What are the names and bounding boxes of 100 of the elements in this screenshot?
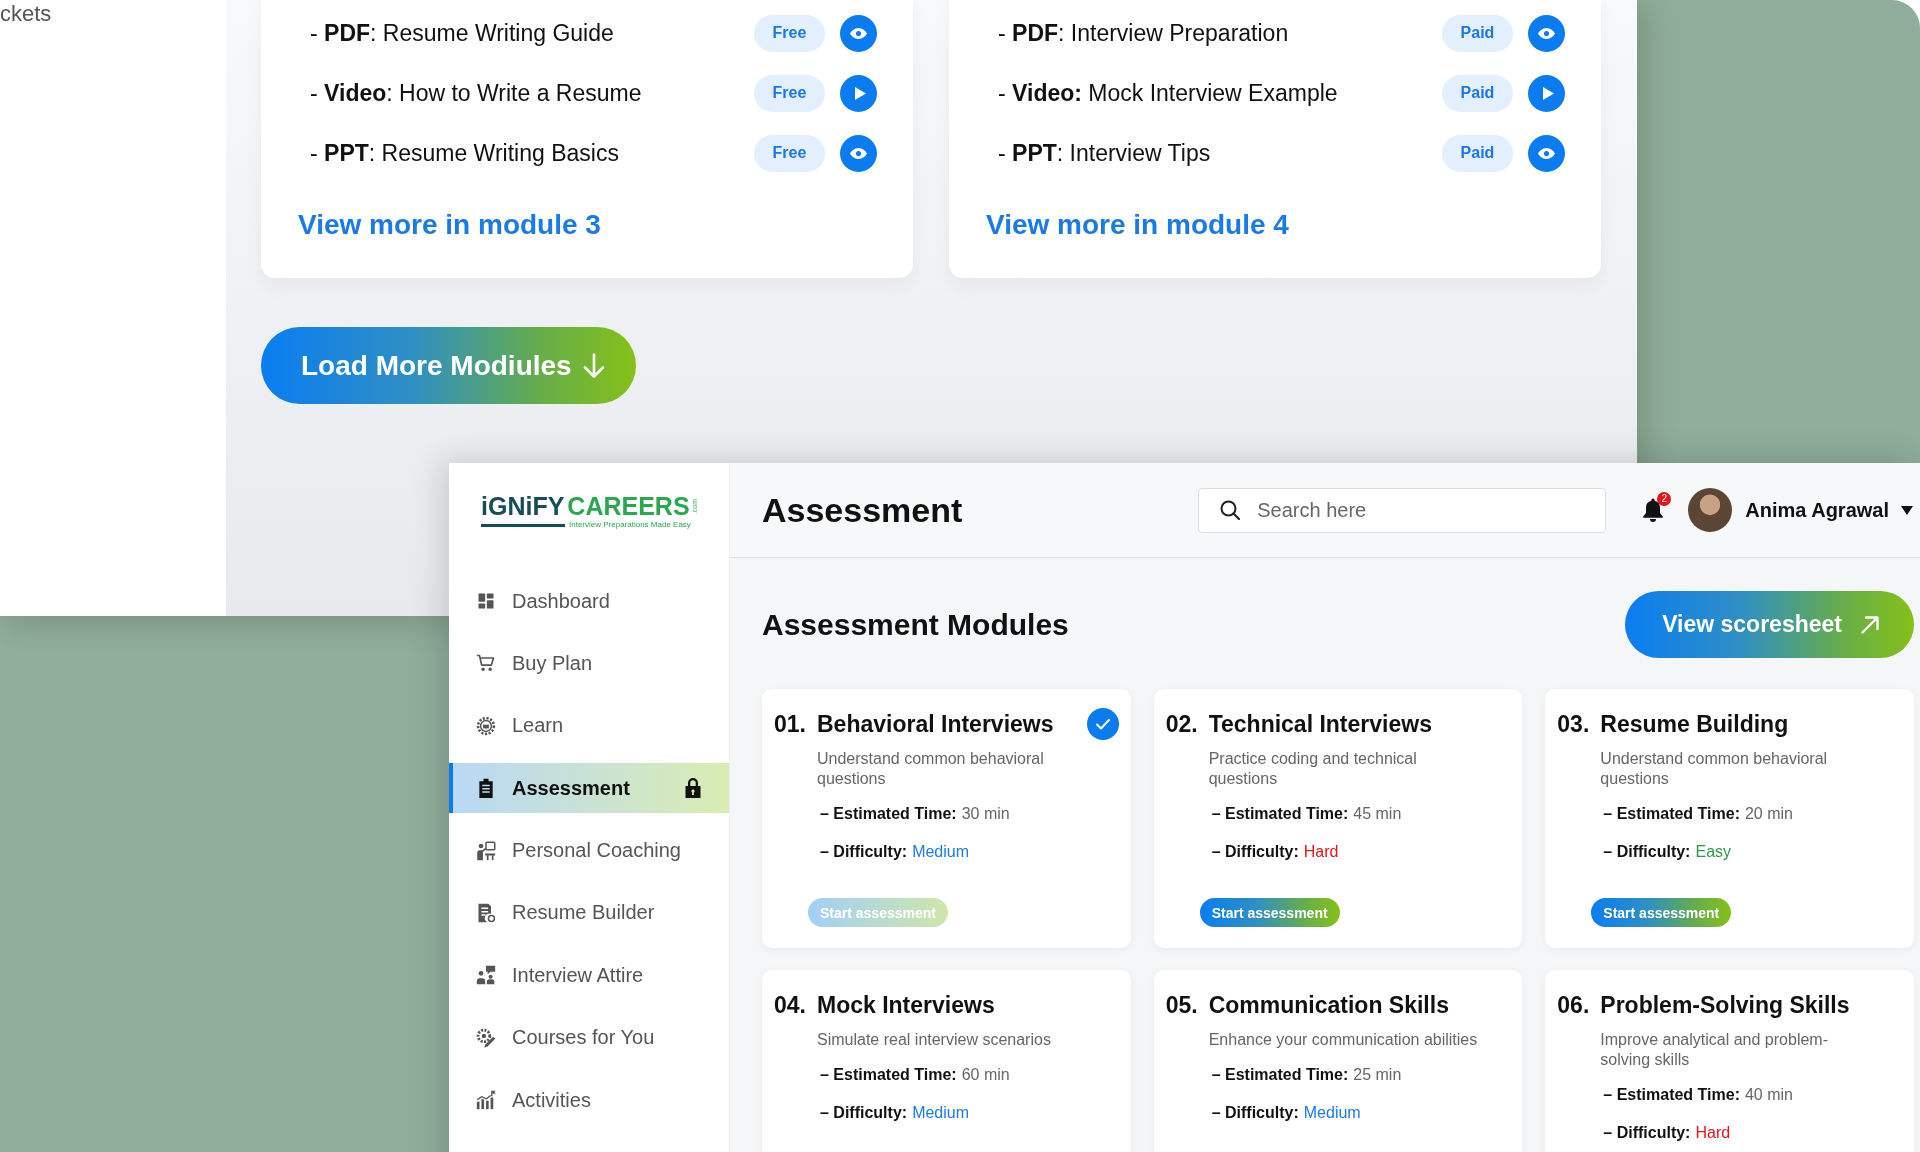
- resource-text: - PDF: Interview Preparation: [998, 19, 1290, 47]
- module-number: 04.: [774, 991, 807, 1019]
- sidebar-item[interactable]: Personal Coaching: [449, 825, 729, 876]
- difficulty-value: Medium: [912, 1103, 970, 1123]
- logo-brand-suffix: CAREERS: [567, 493, 690, 519]
- difficulty-label: – Difficulty:: [1603, 1123, 1691, 1143]
- resource-text: - Video: How to Write a Resume: [310, 79, 643, 107]
- module-number: 06.: [1557, 991, 1591, 1019]
- play-button[interactable]: [840, 74, 877, 112]
- pricing-badge: Free: [754, 134, 825, 172]
- cart-icon: [476, 653, 496, 674]
- module-number: 02.: [1165, 710, 1199, 738]
- search-field[interactable]: Search here: [1198, 487, 1607, 533]
- time-value: 45 min: [1353, 804, 1402, 824]
- gear-pencil-icon: [476, 1027, 496, 1048]
- module-title: Behavioral Interviews: [817, 710, 1055, 738]
- time-value: 30 min: [961, 804, 1010, 824]
- module-description: Simulate real interview scenarios: [817, 1030, 1052, 1050]
- difficulty-value: Medium: [912, 842, 970, 862]
- module-description: Understand common behavioral questions: [817, 749, 1045, 789]
- difficulty-label: – Difficulty:: [1211, 1103, 1299, 1123]
- view-button[interactable]: [1528, 14, 1565, 52]
- document-icon: [476, 902, 496, 923]
- time-value: 20 min: [1744, 804, 1793, 824]
- search-icon: [1220, 500, 1241, 520]
- difficulty-value: Medium: [1303, 1103, 1361, 1123]
- sidebar-item[interactable]: Activities: [449, 1075, 729, 1126]
- people-chat-icon: [476, 965, 496, 986]
- sidebar-item[interactable]: Interview Attire: [449, 950, 729, 1001]
- logo-tagline: Interview Preparations Made Easy: [569, 520, 691, 530]
- module-title: Resume Building: [1600, 710, 1790, 738]
- sidebar-item[interactable]: Resume Builder: [449, 887, 729, 938]
- user-avatar[interactable]: [1688, 488, 1733, 532]
- resource-text: - PDF: Resume Writing Guide: [310, 19, 615, 47]
- sidebar-item[interactable]: Dashboard: [449, 576, 729, 626]
- module-description: Practice coding and technical questions: [1208, 749, 1418, 789]
- play-button[interactable]: [1528, 74, 1565, 112]
- pricing-badge: Paid: [1442, 134, 1513, 172]
- eye-icon: [1538, 27, 1555, 39]
- time-label: – Estimated Time:: [820, 1065, 957, 1085]
- view-button[interactable]: [840, 14, 877, 52]
- caret-icon[interactable]: [1901, 505, 1913, 515]
- play-icon: [1542, 86, 1554, 100]
- time-label: – Estimated Time:: [820, 804, 957, 824]
- scoresheet-button[interactable]: View scoresheet: [1625, 591, 1914, 658]
- time-value: 40 min: [1744, 1085, 1793, 1105]
- bar-chart-icon: [476, 1090, 496, 1111]
- gear-icon: [476, 715, 496, 736]
- resource-text: - PPT: Resume Writing Basics: [310, 139, 620, 167]
- module-description: Understand common behavioral questions: [1600, 749, 1829, 789]
- page-title: Assessment: [762, 490, 964, 530]
- sidebar-item[interactable]: ckets: [0, 0, 52, 28]
- eye-icon: [850, 27, 867, 39]
- sidebar-item[interactable]: Learn: [449, 700, 729, 751]
- time-label: – Estimated Time:: [1211, 1065, 1349, 1085]
- start-button[interactable]: Start assessment: [1199, 898, 1340, 927]
- time-value: 60 min: [961, 1065, 1010, 1085]
- start-button[interactable]: Start assessment: [1591, 898, 1732, 927]
- time-label: – Estimated Time:: [1211, 804, 1349, 824]
- time-label: – Estimated Time:: [1603, 1085, 1740, 1105]
- module-title: Problem-Solving Skills: [1600, 991, 1851, 1019]
- difficulty-value: Hard: [1303, 842, 1339, 862]
- play-icon: [854, 86, 866, 100]
- module-link[interactable]: View more in module 3: [298, 208, 601, 242]
- arrow-up-right-icon: [1860, 614, 1880, 635]
- view-button[interactable]: [840, 134, 877, 172]
- notification-badge: 2: [1657, 492, 1672, 506]
- resource-text: - Video: Mock Interview Example: [998, 79, 1339, 107]
- sidebar-item[interactable]: Buy Plan: [449, 638, 729, 689]
- difficulty-label: – Difficulty:: [1211, 842, 1299, 862]
- sidebar-item[interactable]: Assessment: [449, 763, 729, 814]
- dashboard-icon: [476, 591, 496, 611]
- eye-icon: [1538, 147, 1555, 159]
- pricing-badge: Free: [754, 74, 825, 112]
- module-description: Enhance your communication abilities: [1208, 1030, 1479, 1050]
- difficulty-label: – Difficulty:: [820, 842, 908, 862]
- time-value: 25 min: [1353, 1065, 1402, 1085]
- pricing-badge: Paid: [1442, 14, 1513, 52]
- sidebar-item[interactable]: Courses for You: [449, 1012, 729, 1063]
- load-more-button[interactable]: Load More Modiules: [261, 327, 636, 404]
- module-title: Technical Interviews: [1208, 710, 1433, 738]
- eye-icon: [850, 147, 867, 159]
- difficulty-value: Hard: [1695, 1123, 1731, 1143]
- module-description: Improve analytical and problem-solving skills: [1600, 1030, 1829, 1070]
- difficulty-value: Easy: [1695, 842, 1732, 862]
- clipboard-icon: [476, 778, 496, 799]
- section-title: Assessment Modules: [762, 607, 1069, 642]
- time-label: – Estimated Time:: [1603, 804, 1740, 824]
- module-number: 05.: [1165, 991, 1199, 1019]
- pricing-badge: Free: [754, 14, 825, 52]
- pricing-badge: Paid: [1442, 74, 1513, 112]
- view-button[interactable]: [1528, 134, 1565, 172]
- arrow-down-icon: [582, 352, 605, 379]
- module-title: Communication Skills: [1208, 991, 1450, 1019]
- module-link[interactable]: View more in module 4: [986, 208, 1289, 242]
- presenter-icon: [476, 840, 496, 861]
- resource-text: - PPT: Interview Tips: [998, 139, 1212, 167]
- user-name[interactable]: Anima Agrawal: [1745, 498, 1889, 522]
- module-number: 03.: [1557, 710, 1591, 738]
- difficulty-label: – Difficulty:: [820, 1103, 908, 1123]
